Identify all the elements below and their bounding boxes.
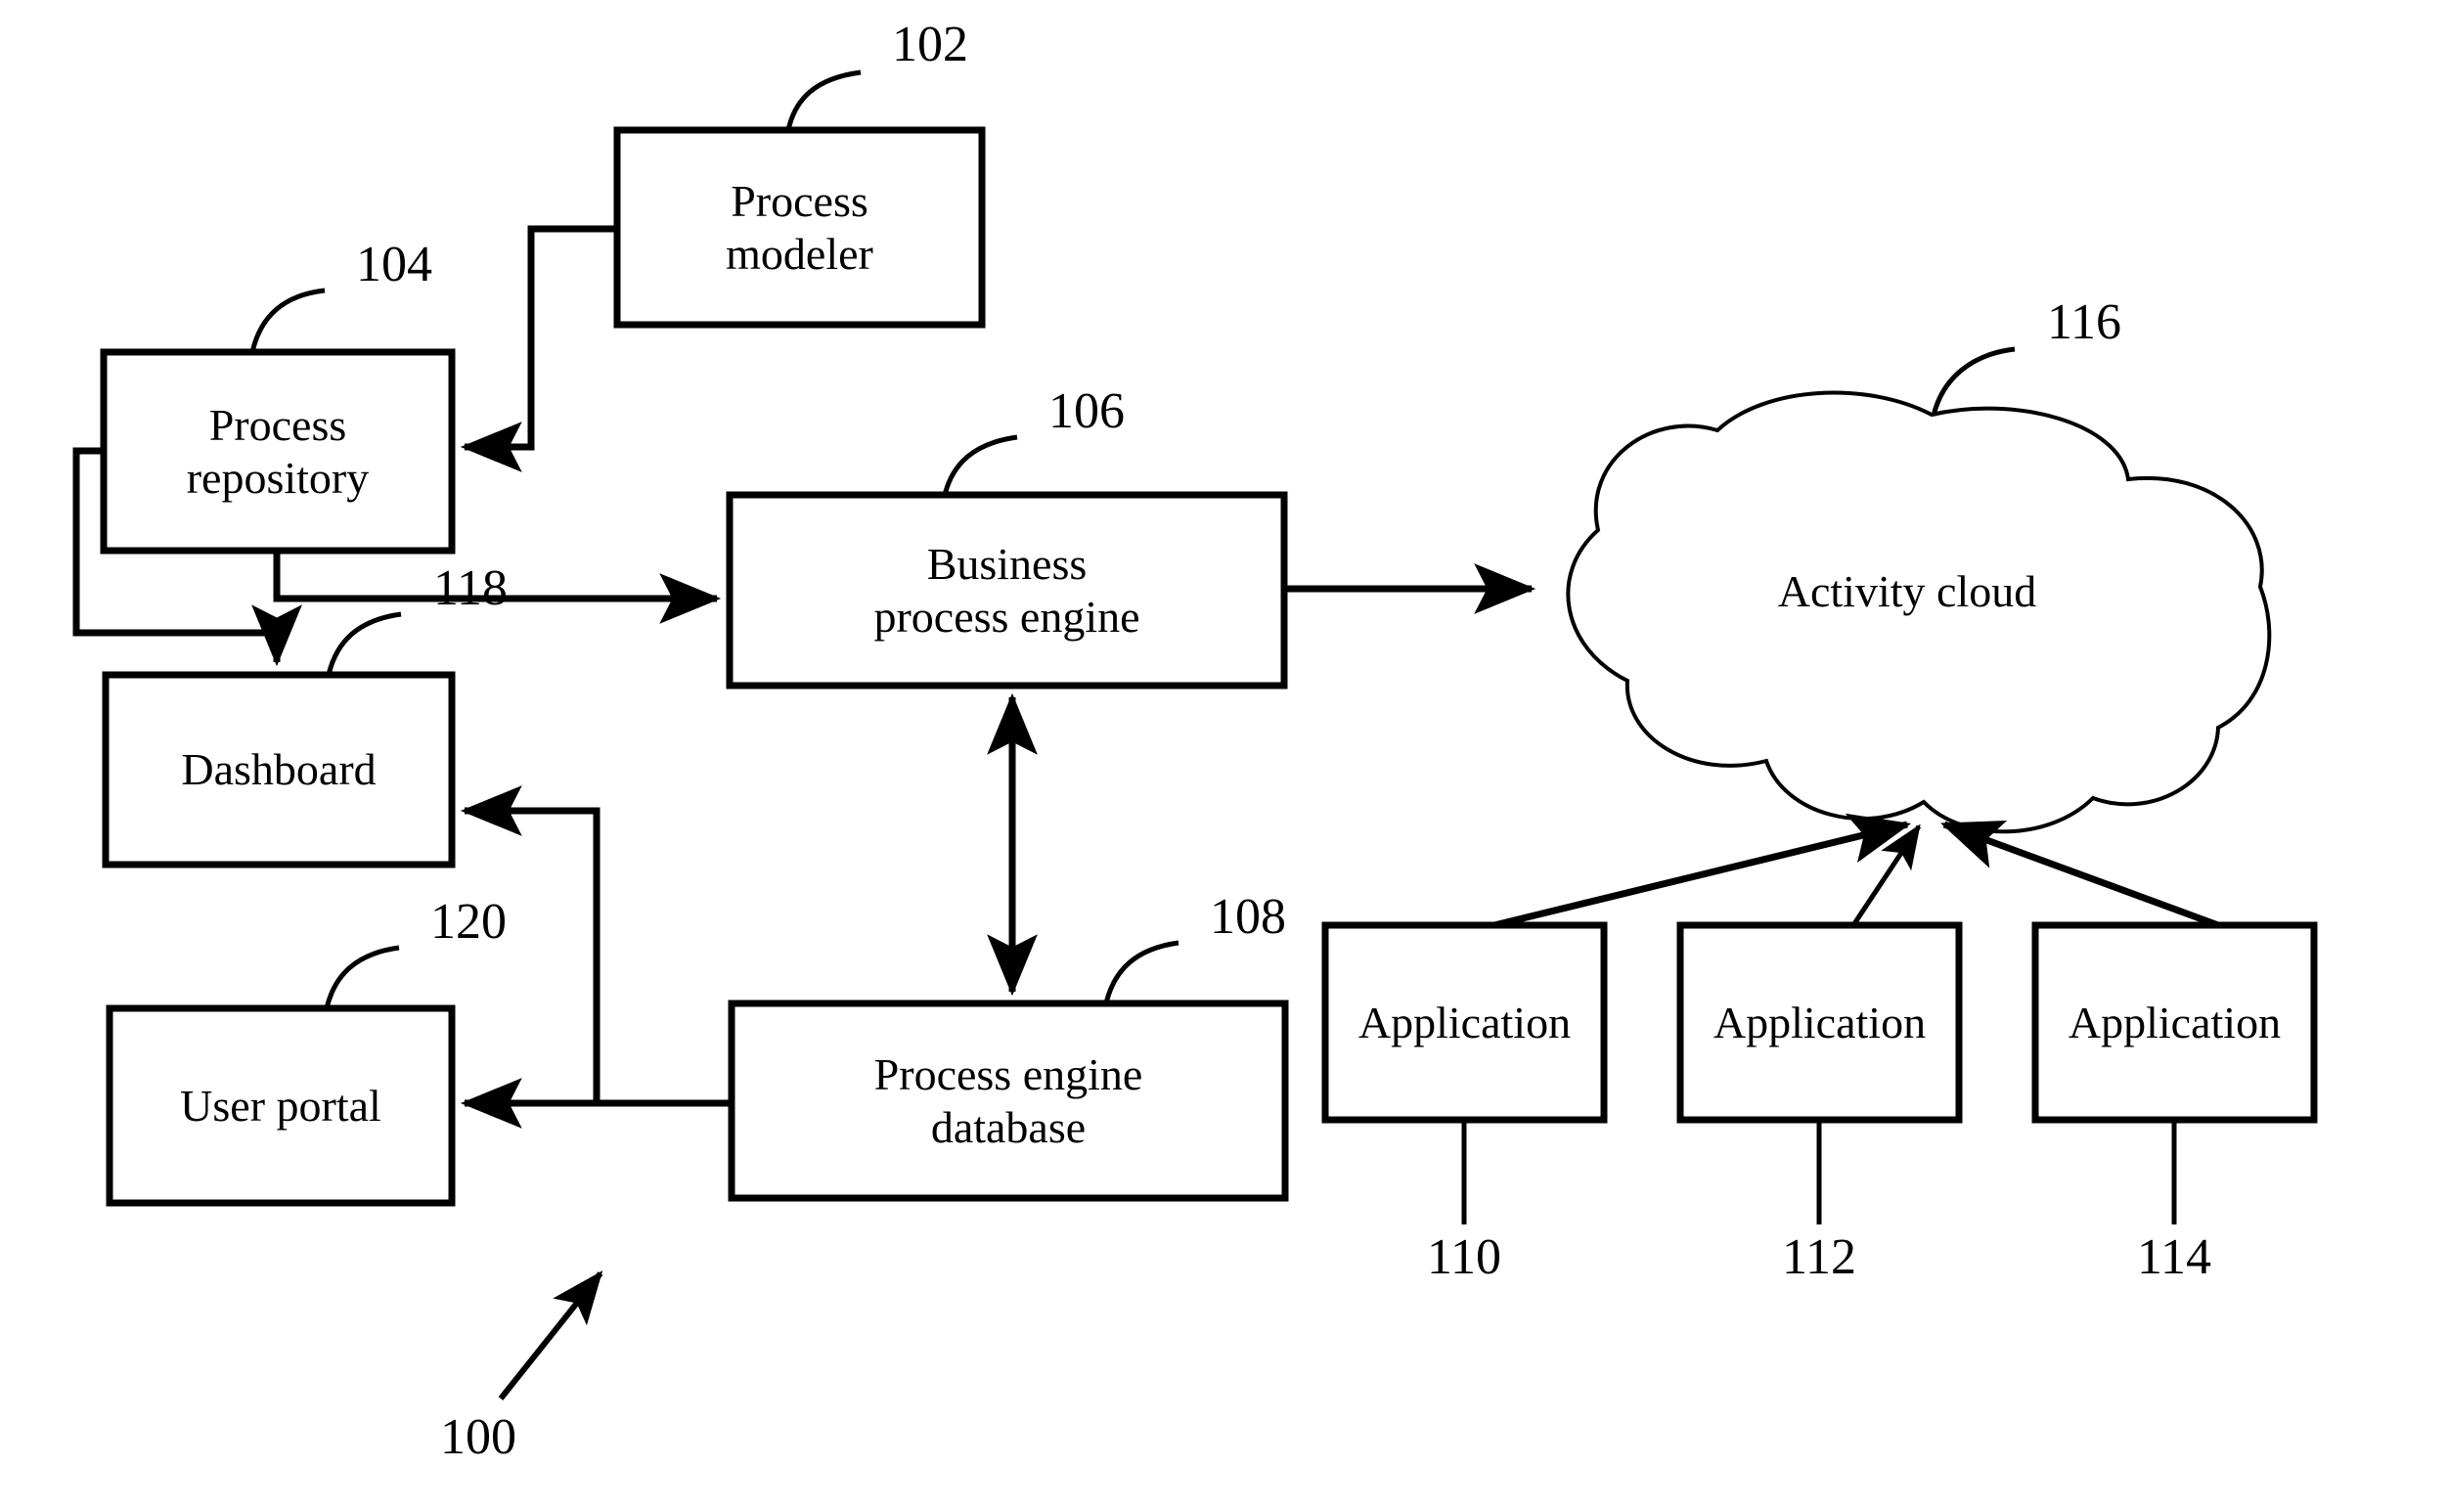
leader-line-108: [1103, 940, 1179, 1004]
leader-line-116: [1931, 346, 2016, 417]
connector-application-3-to-cloud: [1940, 820, 2220, 929]
leader-line-120: [324, 945, 400, 1009]
node-application-2: [1676, 921, 1963, 1124]
leader-line-118: [326, 611, 402, 676]
node-process-repository: [100, 348, 456, 555]
leader-arrow-100: [498, 1270, 603, 1401]
node-user-portal: [106, 1004, 456, 1207]
leader-line-104: [249, 288, 326, 353]
leader-line-106: [942, 434, 1018, 496]
node-process-engine-database: [728, 1000, 1289, 1202]
patent-figure: Process modeler Process repository Busin…: [0, 0, 2447, 1512]
connector-application-2-to-cloud: [1850, 823, 1922, 927]
node-business-process-engine: [726, 491, 1288, 689]
connector-repository-to-engine: [273, 551, 722, 624]
connector-application-1-to-cloud: [1493, 813, 1912, 929]
connector-modeler-to-repository: [460, 225, 617, 472]
node-process-modeler: [613, 126, 986, 329]
diagram-canvas: [72, 69, 2318, 1401]
node-activity-cloud: [1566, 390, 2272, 834]
node-dashboard: [102, 671, 456, 868]
node-application-3: [2031, 921, 2318, 1124]
connector-database-to-dashboard: [460, 785, 601, 1103]
leader-line-102: [785, 69, 862, 131]
node-application-1: [1321, 921, 1608, 1124]
